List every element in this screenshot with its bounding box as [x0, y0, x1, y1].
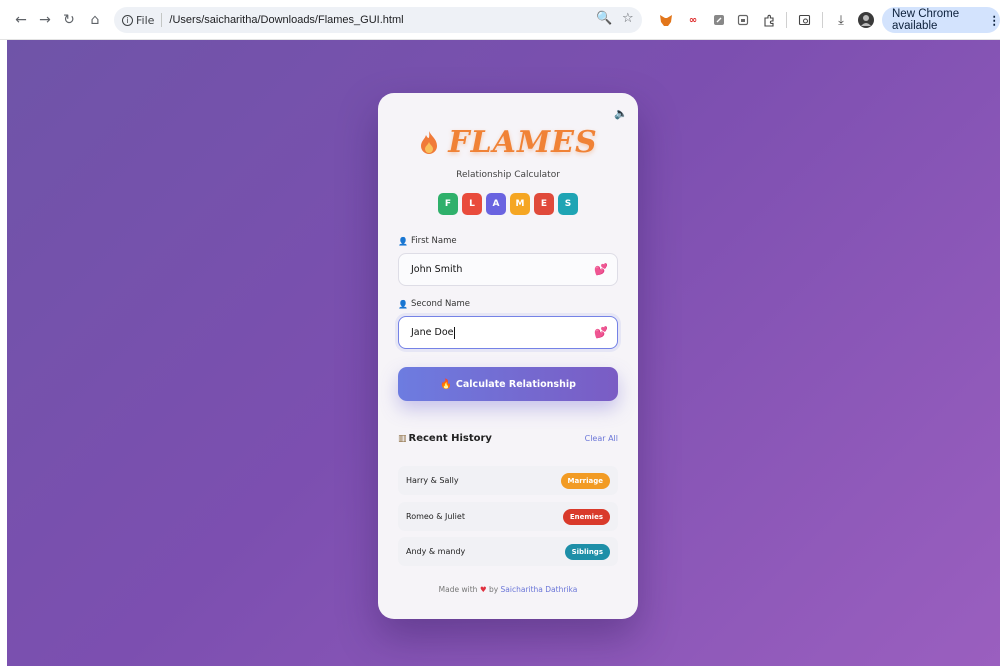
- title-row: FLAMES: [378, 125, 638, 160]
- flames-letter-m: M: [510, 193, 530, 215]
- info-icon: i: [122, 14, 133, 26]
- history-names: Andy & mandy: [406, 547, 466, 556]
- toolbar-divider: [822, 12, 823, 28]
- reload-icon[interactable]: ↻: [58, 9, 80, 31]
- hearts-icon: 💕: [594, 326, 608, 339]
- home-icon[interactable]: ⌂: [84, 9, 106, 31]
- extensions-puzzle-icon[interactable]: [758, 9, 780, 31]
- chrome-update-button[interactable]: New Chrome available ⋮: [882, 7, 1000, 33]
- flames-card: 🔈 FLAMES Relationship Calculator FLAMES …: [378, 93, 638, 619]
- extension-icon[interactable]: [732, 9, 754, 31]
- heart-icon: ♥: [479, 585, 487, 594]
- tab-search-icon[interactable]: [793, 9, 815, 31]
- bookmark-star-icon[interactable]: ☆: [622, 11, 634, 26]
- hearts-icon: 💕: [594, 263, 608, 276]
- calculate-relationship-button[interactable]: 🔥 Calculate Relationship: [398, 367, 618, 401]
- flames-letter-f: F: [438, 193, 458, 215]
- second-name-label: 👤 Second Name: [398, 299, 471, 309]
- extension-icon[interactable]: ∞: [682, 9, 704, 31]
- more-menu-icon[interactable]: ⋮: [989, 13, 1000, 27]
- author-link[interactable]: Saicharitha Dathrika: [501, 585, 578, 594]
- user-icon: 👤: [398, 236, 408, 246]
- history-item[interactable]: Romeo & Juliet Enemies: [398, 502, 618, 531]
- page-background: 🔈 FLAMES Relationship Calculator FLAMES …: [7, 40, 1000, 666]
- download-icon[interactable]: ⤓: [830, 9, 852, 31]
- history-header: ▥ Recent History Clear All: [398, 433, 618, 444]
- address-bar[interactable]: i File /Users/saicharitha/Downloads/Flam…: [114, 7, 642, 33]
- site-info[interactable]: i File: [122, 14, 154, 27]
- sound-toggle-icon[interactable]: 🔈: [614, 107, 628, 120]
- history-names: Romeo & Juliet: [406, 512, 465, 521]
- browser-toolbar: ← → ↻ ⌂ i File /Users/saicharitha/Downlo…: [0, 0, 1000, 40]
- result-badge: Marriage: [560, 472, 610, 489]
- first-name-input[interactable]: John Smith 💕: [398, 253, 618, 286]
- second-name-input[interactable]: Jane Doe 💕: [398, 316, 618, 349]
- flames-letters: FLAMES: [378, 193, 638, 215]
- profile-avatar-icon[interactable]: [855, 9, 877, 31]
- app-title: FLAMES: [448, 125, 598, 160]
- flames-letter-e: E: [534, 193, 554, 215]
- extension-icon[interactable]: [708, 9, 730, 31]
- history-item[interactable]: Harry & Sally Marriage: [398, 466, 618, 495]
- metamask-extension-icon[interactable]: [655, 9, 677, 31]
- forward-icon[interactable]: →: [34, 9, 56, 31]
- flames-letter-l: L: [462, 193, 482, 215]
- result-badge: Enemies: [562, 508, 610, 525]
- footer: Made with ♥ by Saicharitha Dathrika: [438, 585, 578, 594]
- text-caret: [454, 326, 456, 339]
- clear-all-button[interactable]: Clear All: [585, 434, 618, 443]
- flames-letter-a: A: [486, 193, 506, 215]
- url-text[interactable]: /Users/saicharitha/Downloads/Flames_GUI.…: [169, 14, 403, 26]
- history-names: Harry & Sally: [406, 476, 459, 485]
- result-badge: Siblings: [564, 543, 610, 560]
- zoom-icon[interactable]: 🔍: [596, 11, 612, 26]
- scroll-icon: ▥: [398, 433, 407, 444]
- user-icon: 👤: [398, 299, 408, 309]
- history-title: ▥ Recent History: [398, 433, 492, 444]
- history-item[interactable]: Andy & mandy Siblings: [398, 537, 618, 566]
- address-separator: [161, 13, 163, 27]
- back-icon[interactable]: ←: [10, 9, 32, 31]
- flames-letter-s: S: [558, 193, 578, 215]
- flame-icon: 🔥: [440, 378, 452, 390]
- app-subtitle: Relationship Calculator: [456, 170, 560, 180]
- flame-icon: [421, 130, 438, 154]
- toolbar-divider: [786, 12, 787, 28]
- first-name-label: 👤 First Name: [398, 236, 457, 246]
